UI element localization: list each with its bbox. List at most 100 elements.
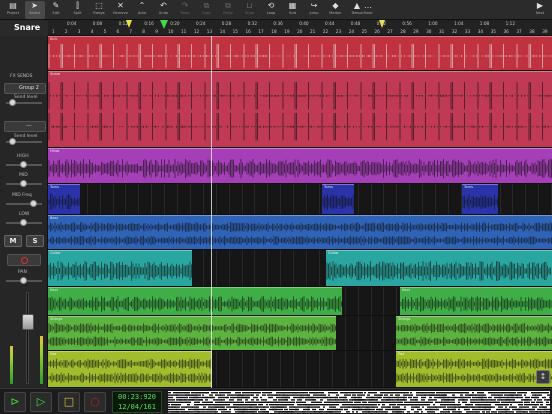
overview-segment xyxy=(303,401,306,403)
overview-segment xyxy=(415,399,417,401)
toolbar-redo-button[interactable]: ↷ Redo xyxy=(175,1,195,19)
audio-clip[interactable]: Hihat xyxy=(48,148,552,183)
ruler-bar-label: 31 xyxy=(439,29,445,34)
overview-segment xyxy=(197,408,204,411)
audio-clip[interactable]: Keys xyxy=(48,287,342,315)
audio-clip[interactable]: Pad xyxy=(48,351,212,387)
solo-button[interactable]: S xyxy=(26,235,44,247)
playhead-marker[interactable] xyxy=(160,20,168,29)
overview-segment xyxy=(410,392,412,394)
audio-clip[interactable]: Keys xyxy=(400,287,552,315)
ruler-bar-label: 30 xyxy=(426,29,432,34)
toolbar-snap-button[interactable]: ⊔ Snap xyxy=(240,1,260,19)
track-lane[interactable]: Bass xyxy=(48,215,552,250)
toolbar-auto-button[interactable]: ⌃ Auto xyxy=(132,1,152,19)
volume-fader-handle[interactable] xyxy=(22,314,34,330)
send-1-button[interactable]: Group 2 xyxy=(4,83,46,94)
record-arm-button[interactable] xyxy=(7,254,41,266)
overview-segment xyxy=(307,406,315,408)
toolbar-next-button[interactable]: ▶ Next xyxy=(530,1,550,19)
audio-clip[interactable]: Snare xyxy=(48,71,552,147)
ruler-bar-label: 18 xyxy=(271,29,277,34)
track-lane[interactable]: Strings Strings xyxy=(48,316,552,351)
toolbar-label: Next xyxy=(535,11,545,15)
toolbar-grid-button[interactable]: ▦ Grid xyxy=(283,1,303,19)
time-display[interactable]: 00:23:920 12/04/161 xyxy=(112,391,162,413)
timeline-ruler[interactable]: 1 2 3 4 5 6 7 8 9 10 11 12 13 14 15 16 17 18 19 20 21 22 23 24 2… xyxy=(48,20,552,36)
overview-segment xyxy=(226,396,229,399)
overview-segment xyxy=(523,411,528,413)
waveform xyxy=(48,193,80,211)
audio-clip[interactable]: Strings xyxy=(396,316,552,350)
audio-clip[interactable]: Guitar xyxy=(48,250,192,286)
audio-clip[interactable]: Bass xyxy=(48,215,552,249)
track-area[interactable]: Kick Snare Hihat Toms Toms Toms Bass Guitar Guit… xyxy=(48,36,552,388)
overview-segment xyxy=(407,411,410,413)
toolbar-edit-button[interactable]: ✎ Edit xyxy=(46,1,66,19)
ruler-time-label: 1:04 xyxy=(454,21,464,26)
play-button[interactable]: ▷ xyxy=(30,392,52,412)
overview-segment xyxy=(282,401,290,403)
toolbar-paste-button[interactable]: ⧉ Paste xyxy=(218,1,238,19)
overview-segment xyxy=(314,404,319,406)
ruler-bar-label: 24 xyxy=(348,29,355,34)
eq-mid-freq-knob[interactable] xyxy=(30,200,37,207)
audio-clip[interactable]: Toms xyxy=(48,184,80,214)
audio-clip[interactable]: Kick xyxy=(48,36,552,70)
track-lane[interactable]: Snare xyxy=(48,71,552,148)
play-from-start-icon: ⊳ xyxy=(10,395,20,408)
ruler-time-label: 0:48 xyxy=(350,21,361,26)
toolbar-project-button[interactable]: ▤ Project xyxy=(3,1,23,19)
waveform xyxy=(48,358,212,384)
audio-clip[interactable]: Toms xyxy=(322,184,354,214)
overview-segment xyxy=(481,399,489,401)
overview-segment xyxy=(309,396,318,399)
audio-clip[interactable]: Pad xyxy=(396,351,552,387)
track-lane[interactable]: Keys Keys xyxy=(48,287,552,316)
volume-fader-track[interactable] xyxy=(26,292,29,384)
send-level-knob-1[interactable] xyxy=(9,99,16,106)
toolbar-loop-button[interactable]: ⟲ Loop xyxy=(261,1,281,19)
overview-segment xyxy=(376,399,378,401)
toolbar-more-button[interactable]: … More xyxy=(358,1,378,19)
overview-segment xyxy=(328,394,330,396)
record-button[interactable]: ○ xyxy=(84,392,106,412)
toolbar-range-button[interactable]: ⬚ Range xyxy=(89,1,109,19)
overview-segment xyxy=(524,401,530,403)
track-lane[interactable]: Kick xyxy=(48,36,552,71)
track-lane[interactable]: Toms Toms Toms xyxy=(48,184,552,215)
stop-button[interactable]: □ xyxy=(58,392,80,412)
zoom-handle[interactable]: ↕ xyxy=(536,370,550,384)
audio-clip[interactable]: Toms xyxy=(462,184,498,214)
eq-high-knob[interactable] xyxy=(20,161,27,168)
toolbar-select-button[interactable]: ➤ Select xyxy=(24,1,45,19)
audio-clip[interactable]: Guitar xyxy=(326,250,552,286)
position-readout: 12/04/161 xyxy=(118,403,156,411)
toolbar-copy-button[interactable]: ⧉ Copy xyxy=(197,1,217,19)
toolbar-remove-button[interactable]: ✕ Remove xyxy=(111,1,131,19)
send-level-knob-2[interactable] xyxy=(9,138,16,145)
toolbar-undo-button[interactable]: ↶ Undo xyxy=(154,1,174,19)
track-lane[interactable]: Pad Pad xyxy=(48,351,552,388)
overview-segment xyxy=(489,399,496,401)
eq-low-knob[interactable] xyxy=(20,219,27,226)
toolbar-marker-button[interactable]: ◆ Marker xyxy=(326,1,346,19)
eq-mid-knob[interactable] xyxy=(20,180,27,187)
overview-segment xyxy=(472,408,476,411)
pan-knob[interactable] xyxy=(20,277,27,284)
toolbar-split-button[interactable]: ⫿ Split xyxy=(68,1,88,19)
overview-segment xyxy=(378,404,380,406)
overview-segment xyxy=(319,408,324,411)
track-lane[interactable]: Guitar Guitar xyxy=(48,250,552,287)
overview-segment xyxy=(258,404,263,406)
mute-button[interactable]: M xyxy=(4,235,22,247)
send-2-button[interactable]: --- xyxy=(4,121,46,132)
track-lane[interactable]: Hihat xyxy=(48,148,552,184)
audio-clip[interactable]: Strings xyxy=(48,316,336,350)
toolbar-jump-button[interactable]: ↪ Jump xyxy=(304,1,324,19)
song-overview[interactable] xyxy=(168,391,550,413)
play-from-start-button[interactable]: ⊳ xyxy=(4,392,26,412)
overview-segment xyxy=(344,396,346,399)
overview-segment xyxy=(219,404,221,406)
overview-segment xyxy=(346,401,351,403)
